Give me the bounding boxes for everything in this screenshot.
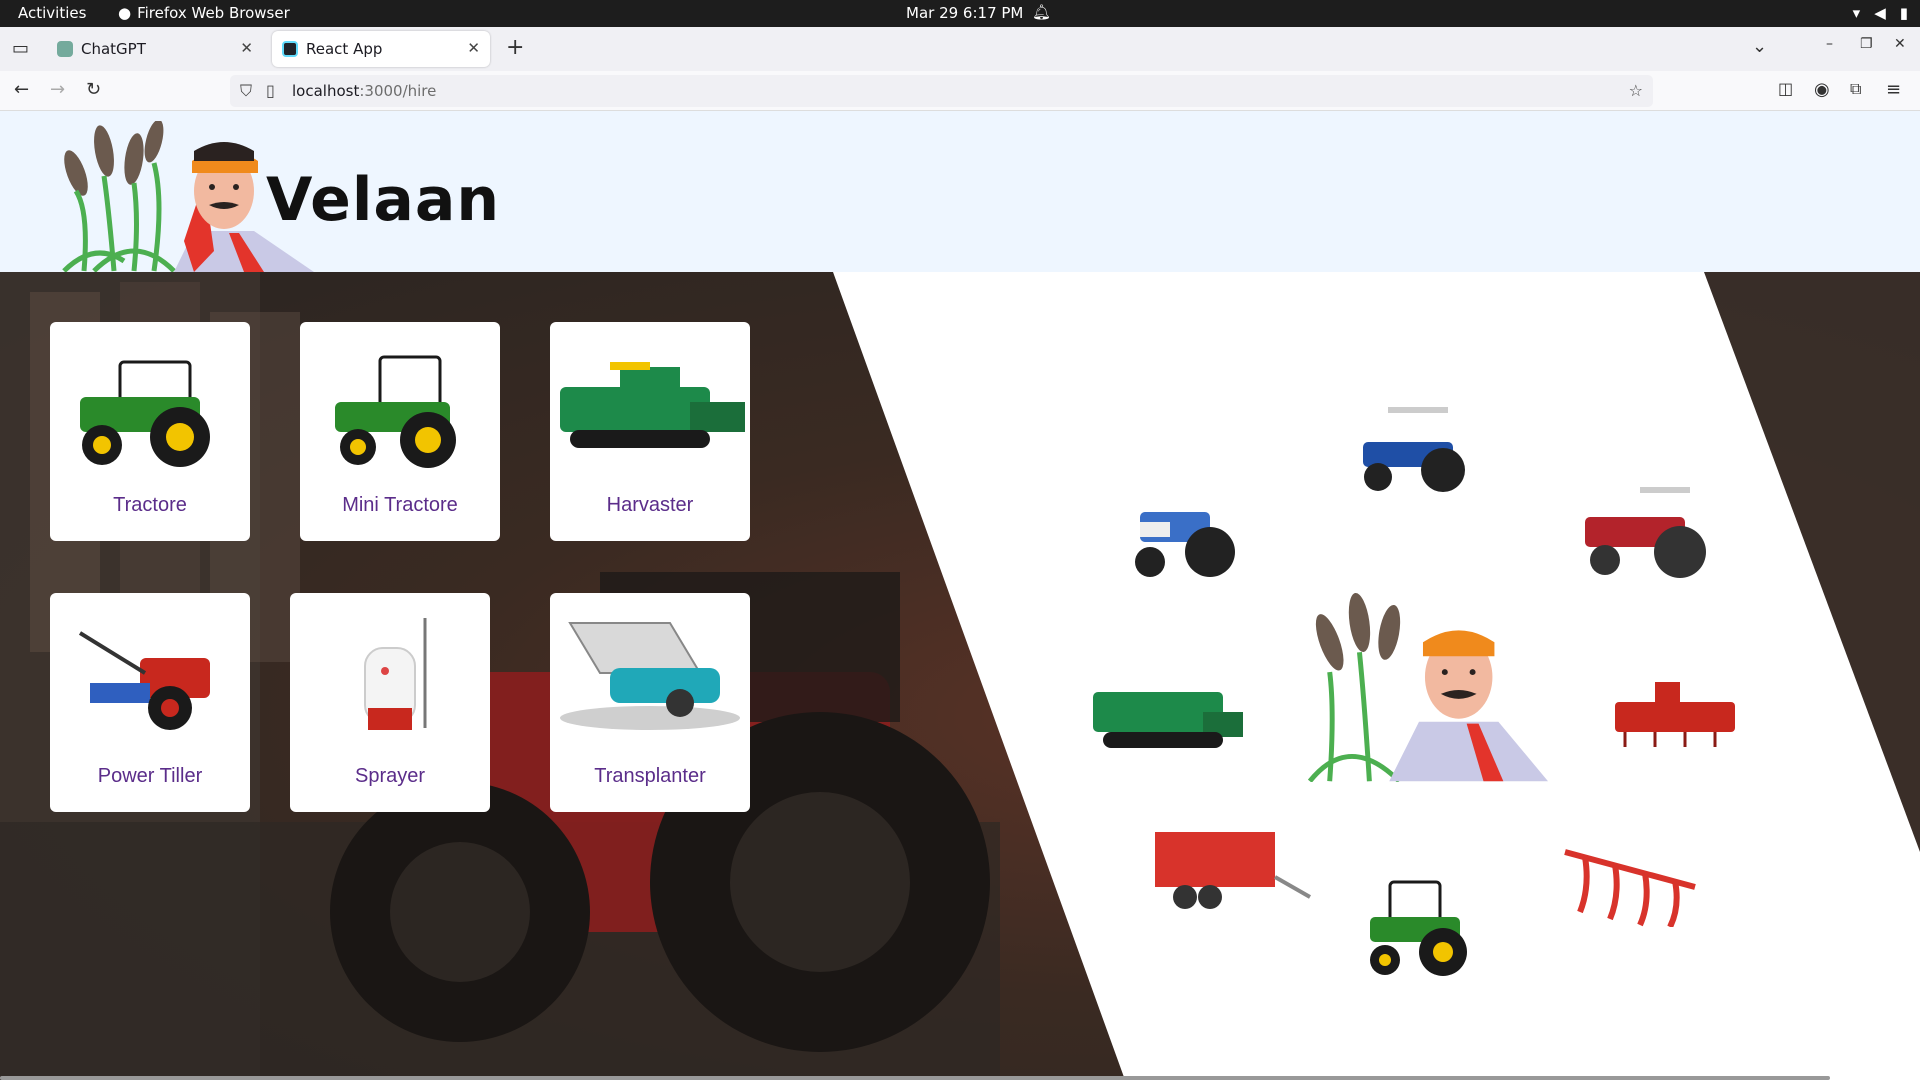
list-tabs-icon[interactable]: ⌄ [1752, 36, 1767, 57]
navigation-bar: ← → ↻ ⛉ ▯ localhost:3000/hire ☆ ◫ ◉ ⧉ ≡ [0, 71, 1920, 111]
bookmark-star-icon[interactable]: ☆ [1629, 81, 1643, 100]
tab-title: ChatGPT [81, 40, 146, 58]
category-label: Mini Tractore [342, 494, 458, 516]
category-label: Tractore [113, 494, 187, 516]
site-title: Velaan [266, 165, 501, 235]
site-header: Velaan [0, 111, 1920, 272]
category-label: Sprayer [354, 765, 426, 787]
forward-icon[interactable]: → [50, 79, 65, 100]
power-tiller-icon [78, 631, 210, 730]
firefox-icon: ● [118, 4, 132, 22]
menu-icon[interactable]: ≡ [1886, 79, 1901, 100]
farmer-mascot-icon [1307, 592, 1549, 782]
mini-tractor-icon [335, 355, 456, 468]
tab-title: React App [306, 40, 383, 58]
notification-icon: 🔔︎ [1032, 3, 1052, 21]
tab-react-app[interactable]: React App ✕ [272, 31, 490, 67]
category-card-power-tiller[interactable]: Power Tiller [50, 593, 250, 812]
react-favicon-icon [282, 41, 298, 57]
tab-chatgpt[interactable]: ChatGPT ✕ [47, 31, 263, 67]
app-menu[interactable]: ● Firefox Web Browser [118, 4, 290, 22]
harvester-icon [560, 362, 745, 448]
tab-strip: ▭ ChatGPT ✕ React App ✕ + ⌄ – ❐ ✕ [0, 27, 1920, 71]
page-content: Velaan Tractore Mini Tractore Harvaster … [0, 111, 1920, 1080]
url-bar[interactable]: ⛉ ▯ localhost:3000/hire ☆ [230, 75, 1653, 107]
close-tab-icon[interactable]: ✕ [240, 39, 253, 57]
category-card-mini-tractor[interactable]: Mini Tractore [300, 322, 500, 541]
back-icon[interactable]: ← [14, 79, 29, 100]
wifi-icon: ▾ [1852, 4, 1861, 22]
hero-section: Tractore Mini Tractore Harvaster Power T… [0, 272, 1920, 1080]
category-label: Power Tiller [97, 765, 203, 787]
shield-icon[interactable]: ⛉ [240, 81, 252, 101]
category-label: Harvaster [606, 494, 694, 516]
sprayer-icon [364, 618, 427, 730]
category-card-harvester[interactable]: Harvaster [550, 322, 750, 541]
page-icon: ▯ [266, 81, 275, 100]
rotavator-icon [1615, 682, 1735, 747]
blue-tractor-icon [1363, 407, 1465, 492]
pocket-icon[interactable]: ◫ [1778, 79, 1793, 98]
blue-white-tractor-icon [1135, 512, 1235, 577]
system-tray[interactable]: ▾ ◀ ▮ [1853, 4, 1908, 22]
extensions-icon[interactable]: ⧉ [1850, 79, 1861, 99]
trailer-icon [1155, 832, 1311, 909]
clock[interactable]: Mar 29 6:17 PM [906, 4, 1023, 22]
reload-icon[interactable]: ↻ [86, 79, 101, 100]
restore-icon[interactable]: ❐ [1860, 36, 1873, 52]
close-tab-icon[interactable]: ✕ [467, 39, 480, 57]
transplanter-icon [560, 622, 740, 730]
category-card-tractor[interactable]: Tractore [50, 322, 250, 541]
close-window-icon[interactable]: ✕ [1894, 36, 1906, 52]
app-name: Firefox Web Browser [137, 4, 290, 22]
tractor-icon [80, 360, 210, 467]
system-top-bar: Activities ● Firefox Web Browser Mar 29 … [0, 0, 1920, 27]
green-tractor-icon [1370, 880, 1467, 976]
red-tractor-icon [1585, 487, 1706, 578]
volume-icon: ◀ [1874, 4, 1886, 22]
category-card-transplanter[interactable]: Transplanter [550, 593, 750, 812]
activities-button[interactable]: Activities [18, 4, 86, 22]
firefox-view-icon[interactable]: ▭ [12, 38, 29, 59]
category-card-sprayer[interactable]: Sprayer [290, 593, 490, 812]
collage-harvester-icon [1093, 692, 1243, 748]
minimize-icon[interactable]: – [1826, 36, 1833, 52]
horizontal-scrollbar[interactable] [0, 1076, 1830, 1080]
battery-icon: ▮ [1899, 4, 1908, 22]
chatgpt-favicon-icon [57, 41, 73, 57]
account-icon[interactable]: ◉ [1814, 79, 1830, 100]
url-text[interactable]: localhost:3000/hire [292, 82, 436, 100]
category-label: Transplanter [594, 765, 706, 787]
cultivator-icon [1564, 849, 1696, 927]
new-tab-icon[interactable]: + [506, 35, 524, 60]
